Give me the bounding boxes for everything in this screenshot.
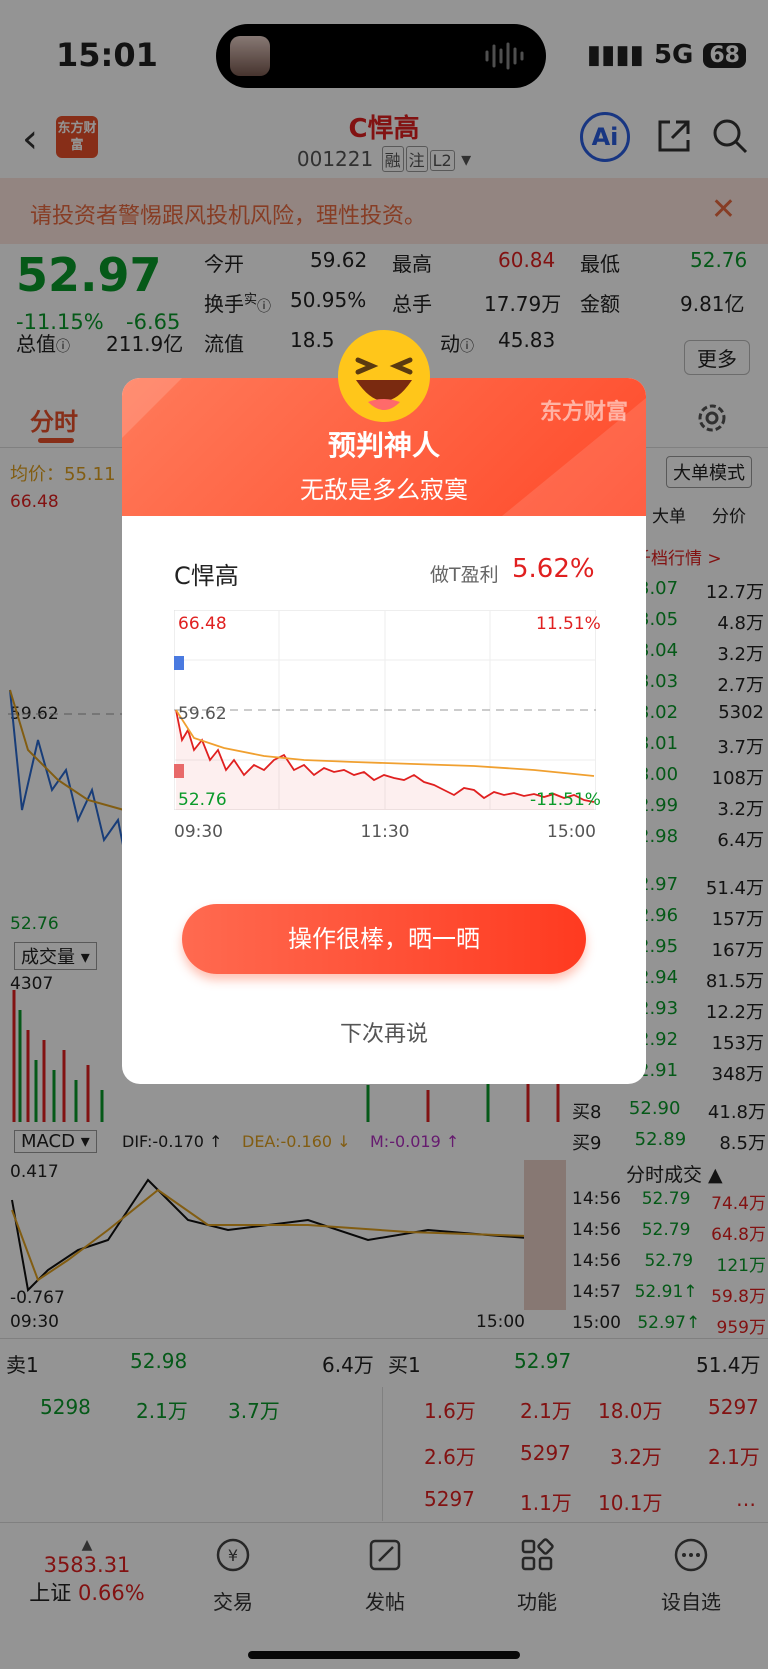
chart-time-axis: 09:30 11:30 15:00 [174, 822, 596, 842]
laughing-emoji-icon [338, 330, 430, 422]
chart-high-label: 66.48 [178, 614, 227, 634]
brand-watermark: 东方财富 [539, 400, 628, 425]
dialog-title: 预判神人 [327, 429, 440, 462]
chart-low-pct: -11.51% [530, 790, 601, 810]
dismiss-button[interactable]: 下次再说 [122, 1016, 646, 1048]
dialog-stock-name: C悍高 [174, 562, 239, 590]
prediction-dialog: 东方财富 预判神人 无敌是多么寂寞 C悍高 做T盈利 5.62% 66.48 1… [122, 378, 646, 1084]
profit-value: 5.62% [512, 554, 595, 584]
chart-high-pct: 11.51% [536, 614, 601, 634]
chart-mid-label: 59.62 [178, 704, 227, 724]
dialog-subtitle: 无敌是多么寂寞 [300, 476, 468, 504]
share-result-button[interactable]: 操作很棒，晒一晒 [182, 904, 586, 974]
chart-low-label: 52.76 [178, 790, 227, 810]
profit-label: 做T盈利 [430, 564, 499, 586]
dialog-intraday-chart [174, 610, 596, 810]
